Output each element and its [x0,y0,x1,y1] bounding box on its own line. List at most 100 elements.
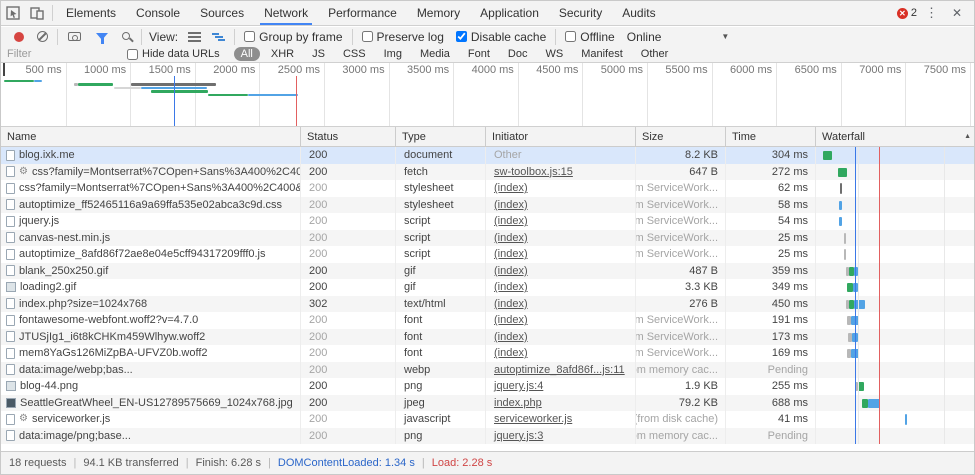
kebab-menu-icon[interactable]: ⋮ [919,5,944,21]
request-row[interactable]: JTUSjIg1_i6t8kCHKm459Wlhyw.woff2200font(… [1,329,974,346]
initiator-link[interactable]: (index) [494,298,528,310]
tab-elements[interactable]: Elements [56,1,126,25]
initiator-link[interactable]: (index) [494,347,528,359]
timeline-tick-label: 500 ms [1,64,62,76]
request-row[interactable]: blog-44.png200pngjquery.js:41.9 KB255 ms [1,378,974,395]
device-toolbar-icon[interactable] [25,1,49,25]
request-row[interactable]: autoptimize_ff52465116a9a69ffa535e02abca… [1,197,974,214]
column-header-time[interactable]: Time [726,127,816,146]
initiator-link[interactable]: (index) [494,331,528,343]
waterfall-dcl-line [855,147,856,444]
waterfall-bar-gray [844,249,846,260]
request-row[interactable]: fontawesome-webfont.woff2?v=4.7.0200font… [1,312,974,329]
tab-network[interactable]: Network [254,1,318,25]
hide-data-urls-checkbox[interactable]: Hide data URLs [127,48,220,60]
initiator-link[interactable]: (index) [494,199,528,211]
filter-type-img[interactable]: Img [377,47,409,61]
type-cell: script [396,246,486,263]
filter-input[interactable] [1,48,119,61]
tab-security[interactable]: Security [549,1,612,25]
overview-request-bar [34,80,42,82]
request-row[interactable]: index.php?size=1024x768302text/html(inde… [1,296,974,313]
search-icon[interactable] [122,32,130,40]
request-row[interactable]: autoptimize_8afd86f72ae8e04e5cff94317209… [1,246,974,263]
column-header-type[interactable]: Type [396,127,486,146]
time-cell: 450 ms [726,296,816,313]
filter-type-manifest[interactable]: Manifest [574,47,630,61]
filter-type-js[interactable]: JS [305,47,332,61]
initiator-link[interactable]: (index) [494,281,528,293]
initiator-link[interactable]: index.php [494,397,542,409]
tab-memory[interactable]: Memory [407,1,470,25]
filter-type-css[interactable]: CSS [336,47,373,61]
disable-cache-checkbox[interactable]: Disable cache [456,30,546,44]
request-row[interactable]: blog.ixk.me200documentOther8.2 KB304 ms [1,147,974,164]
request-row[interactable]: data:image/png;base...200pngjquery.js:3(… [1,428,974,445]
column-header-status[interactable]: Status [301,127,396,146]
filter-type-all[interactable]: All [234,47,260,61]
request-name-cell: mem8YaGs126MiZpBA-UFVZ0b.woff2 [1,345,301,362]
tab-application[interactable]: Application [470,1,549,25]
initiator-link[interactable]: autoptimize_8afd86f...js:11 [494,364,625,376]
filter-type-other[interactable]: Other [634,47,676,61]
request-row[interactable]: ⚙css?family=Montserrat%7COpen+Sans%3A400… [1,164,974,181]
filter-funnel-icon[interactable] [96,33,108,40]
group-by-frame-checkbox[interactable]: Group by frame [244,30,342,44]
filter-type-doc[interactable]: Doc [501,47,535,61]
status-cell: 200 [301,263,396,280]
initiator-link[interactable]: sw-toolbox.js:15 [494,166,573,178]
error-count-badge[interactable]: ✕ 2 [897,7,917,19]
request-name: css?family=Montserrat%7COpen+Sans%3A400%… [19,182,301,194]
initiator-link[interactable]: serviceworker.js [494,413,572,425]
record-button[interactable] [14,32,24,42]
clear-icon[interactable] [37,31,48,42]
request-row[interactable]: data:image/webp;bas...200webpautoptimize… [1,362,974,379]
preserve-log-checkbox[interactable]: Preserve log [362,30,444,44]
initiator-link[interactable]: (index) [494,248,528,260]
tab-audits[interactable]: Audits [612,1,665,25]
file-icon [6,364,15,375]
initiator-link[interactable]: jquery.js:3 [494,430,543,442]
request-row[interactable]: SeattleGreatWheel_EN-US12789575669_1024x… [1,395,974,412]
initiator-link[interactable]: (index) [494,215,528,227]
tab-console[interactable]: Console [126,1,190,25]
file-icon [6,348,15,359]
tab-performance[interactable]: Performance [318,1,407,25]
request-row[interactable]: ⚙serviceworker.js200javascriptservicewor… [1,411,974,428]
throttling-dropdown[interactable]: Online ▼ [627,30,730,44]
request-row[interactable]: canvas-nest.min.js200script(index)(from … [1,230,974,247]
timeline-overview[interactable]: 500 ms1000 ms1500 ms2000 ms2500 ms3000 m… [1,63,974,127]
initiator-link[interactable]: (index) [494,314,528,326]
initiator-link[interactable]: (index) [494,265,528,277]
column-header-name[interactable]: Name [1,127,301,146]
request-row[interactable]: loading2.gif200gif(index)3.3 KB349 ms [1,279,974,296]
filter-type-media[interactable]: Media [413,47,457,61]
inspect-element-icon[interactable] [1,1,25,25]
request-name: data:image/png;base... [19,430,131,442]
waterfall-view-icon[interactable] [212,32,225,42]
column-header-waterfall[interactable]: Waterfall▲ [816,127,975,146]
close-icon[interactable]: ✕ [946,6,968,20]
large-rows-view-icon[interactable] [188,32,201,42]
status-cell: 200 [301,180,396,197]
request-row[interactable]: jquery.js200script(index)(from ServiceWo… [1,213,974,230]
column-header-initiator[interactable]: Initiator [486,127,636,146]
overview-request-bar [248,94,298,96]
offline-checkbox[interactable]: Offline [565,30,614,44]
request-row[interactable]: mem8YaGs126MiZpBA-UFVZ0b.woff2200font(in… [1,345,974,362]
request-row[interactable]: css?family=Montserrat%7COpen+Sans%3A400%… [1,180,974,197]
status-cell: 200 [301,213,396,230]
request-name-cell: index.php?size=1024x768 [1,296,301,313]
initiator-cell: serviceworker.js [486,411,636,428]
initiator-link[interactable]: jquery.js:4 [494,380,543,392]
initiator-link[interactable]: (index) [494,232,528,244]
filter-type-xhr[interactable]: XHR [264,47,301,61]
request-row[interactable]: blank_250x250.gif200gif(index)487 B359 m… [1,263,974,280]
filter-type-ws[interactable]: WS [538,47,570,61]
column-header-size[interactable]: Size [636,127,726,146]
tab-sources[interactable]: Sources [190,1,254,25]
filter-type-font[interactable]: Font [461,47,497,61]
initiator-link[interactable]: (index) [494,182,528,194]
screenshot-capture-icon[interactable] [68,32,81,41]
status-summary-item: 94.1 KB transferred [83,457,178,469]
